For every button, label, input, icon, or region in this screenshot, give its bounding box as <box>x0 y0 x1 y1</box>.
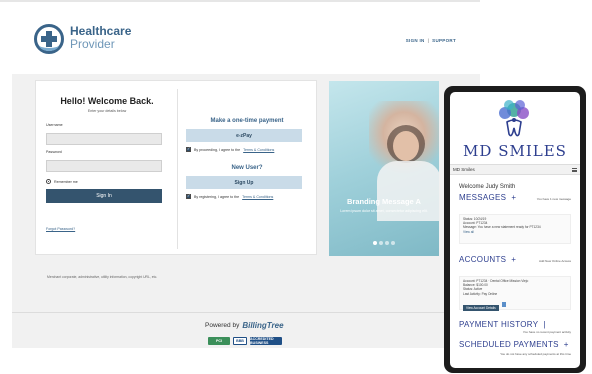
link-separator: | <box>427 38 430 43</box>
new-user-heading: New User? <box>231 165 263 171</box>
payment-history-toggle-icon[interactable]: | <box>543 320 545 329</box>
payment-history-title: PAYMENT HISTORY <box>459 320 539 329</box>
username-input[interactable] <box>46 132 162 145</box>
signin-button[interactable]: Sign In <box>46 189 162 203</box>
payment-terms-row: By proceeding, I agree to the Terms & Co… <box>186 146 308 152</box>
medical-cross-icon <box>34 24 64 54</box>
powered-by: Powered by BillingTree <box>205 321 284 330</box>
carousel-dot[interactable] <box>373 241 377 245</box>
accounts-add-icon[interactable]: + <box>511 255 516 264</box>
login-section: Hello! Welcome Back. Enter your details … <box>46 91 168 231</box>
accounts-title: ACCOUNTS <box>459 255 507 264</box>
carousel-dots <box>329 241 439 245</box>
account-card: Account: PT1234 · Dental Office Mission … <box>459 276 571 311</box>
username-label: Username <box>46 123 63 127</box>
logo-text: Healthcare Provider <box>70 25 131 51</box>
login-card: Hello! Welcome Back. Enter your details … <box>35 80 317 255</box>
hamburger-menu-icon[interactable] <box>572 167 577 172</box>
view-all-messages-link[interactable]: View all <box>463 230 567 234</box>
accredited-business-icon: ACCREDITED BUSINESS <box>250 337 282 345</box>
tooth-tree-logo-icon <box>499 100 529 137</box>
logo-line-1: Healthcare <box>70 24 132 38</box>
accounts-action[interactable]: Add New Online Access <box>539 259 571 263</box>
phone-screen: MD SMILES MD Smiles Welcome Judy Smith M… <box>450 92 580 368</box>
carousel-dot[interactable] <box>391 241 395 245</box>
scheduled-payments-section-header: SCHEDULED PAYMENTS + <box>459 340 571 349</box>
md-smiles-brand: MD SMILES <box>463 142 567 160</box>
password-input[interactable] <box>46 159 162 172</box>
powered-by-label: Powered by <box>205 322 240 329</box>
carousel-dot[interactable] <box>385 241 389 245</box>
signup-terms-text: By registering, I agree to the <box>194 194 240 199</box>
bbb-seal-icon: BBB <box>233 337 247 345</box>
signup-button[interactable]: Sign Up <box>186 176 302 189</box>
ezpay-button[interactable]: e-zPay <box>186 129 302 142</box>
password-label: Password <box>46 150 62 154</box>
page-header: Healthcare Provider SIGN IN | SUPPORT <box>12 10 480 74</box>
top-divider <box>0 0 480 2</box>
message-card: Status: 10/24/19 Account: PT1234 Message… <box>459 214 571 244</box>
messages-add-icon[interactable]: + <box>511 193 516 202</box>
payment-history-section-header: PAYMENT HISTORY | <box>459 320 571 329</box>
trust-seals: PCI BBB ACCREDITED BUSINESS <box>208 337 282 345</box>
welcome-subtitle: Enter your details below <box>87 109 127 113</box>
statement-pdf-icon[interactable] <box>501 302 506 308</box>
phone-nav-title: MD Smiles <box>453 167 475 172</box>
welcome-title: Hello! Welcome Back. <box>60 96 154 106</box>
phone-frame: MD SMILES MD Smiles Welcome Judy Smith M… <box>444 86 586 373</box>
view-account-details-button[interactable]: View Account Details <box>463 304 499 311</box>
phone-welcome: Welcome Judy Smith <box>459 184 516 190</box>
footer-divider <box>12 312 480 313</box>
scheduled-payments-note: You do not have any scheduled payments a… <box>500 352 571 356</box>
signup-terms-link[interactable]: Terms & Conditions <box>242 195 273 199</box>
one-time-payment-heading: Make a one-time payment <box>210 118 284 124</box>
forgot-password-link[interactable]: Forgot Password? <box>46 227 168 231</box>
banner-body: Lorem ipsum dolor sit amet, consectetur … <box>340 209 428 213</box>
remember-me-radio[interactable] <box>46 179 51 184</box>
signin-link[interactable]: SIGN IN <box>406 38 425 43</box>
logo-line-2: Provider <box>70 37 115 51</box>
scheduled-payments-title: SCHEDULED PAYMENTS <box>459 340 559 349</box>
messages-section-header: MESSAGES + You have 1 new message <box>459 193 571 202</box>
merchant-legal-text: Merchant corporate, administrative, util… <box>47 275 158 279</box>
support-link[interactable]: SUPPORT <box>432 38 456 43</box>
messages-action[interactable]: You have 1 new message <box>537 197 571 201</box>
pci-seal-icon: PCI <box>208 337 230 345</box>
messages-title: MESSAGES <box>459 193 507 202</box>
payment-history-note: You have no recent payment activity <box>522 330 571 334</box>
desktop-page: Healthcare Provider SIGN IN | SUPPORT Hell… <box>12 10 480 348</box>
signup-terms-row: By registering, I agree to the Terms & C… <box>186 193 308 199</box>
accounts-section-header: ACCOUNTS + Add New Online Access <box>459 255 571 264</box>
payment-terms-link[interactable]: Terms & Conditions <box>243 148 274 152</box>
provider-logo[interactable]: Healthcare Provider <box>34 24 164 58</box>
payment-terms-text: By proceeding, I agree to the <box>194 147 241 152</box>
header-links: SIGN IN | SUPPORT <box>406 38 456 43</box>
phone-nav-bar: MD Smiles <box>450 164 580 175</box>
branding-banner: Branding Message A Lorem ipsum dolor sit… <box>329 81 439 256</box>
payment-terms-checkbox[interactable] <box>186 146 191 152</box>
payment-signup-section: Make a one-time payment e-zPay By procee… <box>186 91 308 199</box>
carousel-dot[interactable] <box>379 241 383 245</box>
remember-me-row[interactable]: Remember me <box>46 179 168 184</box>
banner-photo-face <box>393 131 419 161</box>
scheduled-payments-add-icon[interactable]: + <box>564 340 569 349</box>
signup-terms-checkbox[interactable] <box>186 193 191 199</box>
banner-heading: Branding Message A <box>347 197 421 206</box>
remember-me-label: Remember me <box>54 179 78 184</box>
column-divider <box>177 89 178 249</box>
billingtree-logo[interactable]: BillingTree <box>242 321 283 330</box>
